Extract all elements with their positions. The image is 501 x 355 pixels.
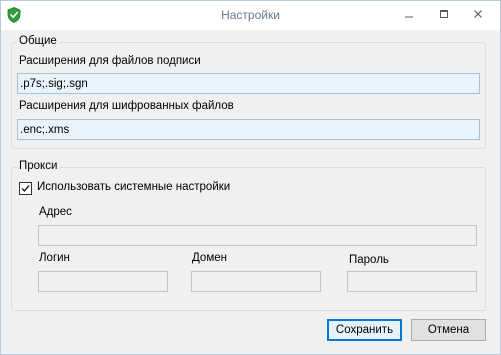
maximize-icon xyxy=(439,9,449,22)
login-input[interactable] xyxy=(38,271,168,292)
maximize-button[interactable] xyxy=(431,6,457,24)
encrypted-extensions-label: Расширения для шифрованных файлов xyxy=(19,100,234,112)
use-system-settings-label[interactable]: Использовать системные настройки xyxy=(37,181,230,193)
close-button[interactable] xyxy=(465,6,491,24)
general-group: Общие Расширения для файлов подписи Расш… xyxy=(11,35,486,149)
login-label: Логин xyxy=(39,252,70,264)
general-group-legend: Общие xyxy=(17,35,59,47)
save-button[interactable]: Сохранить xyxy=(327,319,402,341)
title-bar[interactable]: Настройки xyxy=(1,1,500,30)
encrypted-extensions-input[interactable] xyxy=(17,119,480,140)
minimize-icon xyxy=(404,9,414,22)
signature-extensions-label: Расширения для файлов подписи xyxy=(19,55,201,67)
domain-label: Домен xyxy=(192,252,227,264)
close-icon xyxy=(473,9,483,22)
settings-window: Настройки Общие Расширения для файлов по… xyxy=(0,0,501,355)
password-label: Пароль xyxy=(349,254,389,266)
proxy-group: Прокси Использовать системные настройки … xyxy=(11,160,486,311)
window-content: Общие Расширения для файлов подписи Расш… xyxy=(1,30,500,354)
minimize-button[interactable] xyxy=(396,6,422,24)
checkmark-icon xyxy=(21,185,30,193)
address-label: Адрес xyxy=(39,206,72,218)
password-input[interactable] xyxy=(347,271,477,292)
proxy-group-legend: Прокси xyxy=(17,160,60,172)
cancel-button[interactable]: Отмена xyxy=(411,319,486,341)
signature-extensions-input[interactable] xyxy=(17,73,480,94)
domain-input[interactable] xyxy=(191,271,321,292)
address-input[interactable] xyxy=(38,225,477,246)
window-title: Настройки xyxy=(221,8,280,22)
use-system-settings-checkbox[interactable] xyxy=(19,182,32,195)
